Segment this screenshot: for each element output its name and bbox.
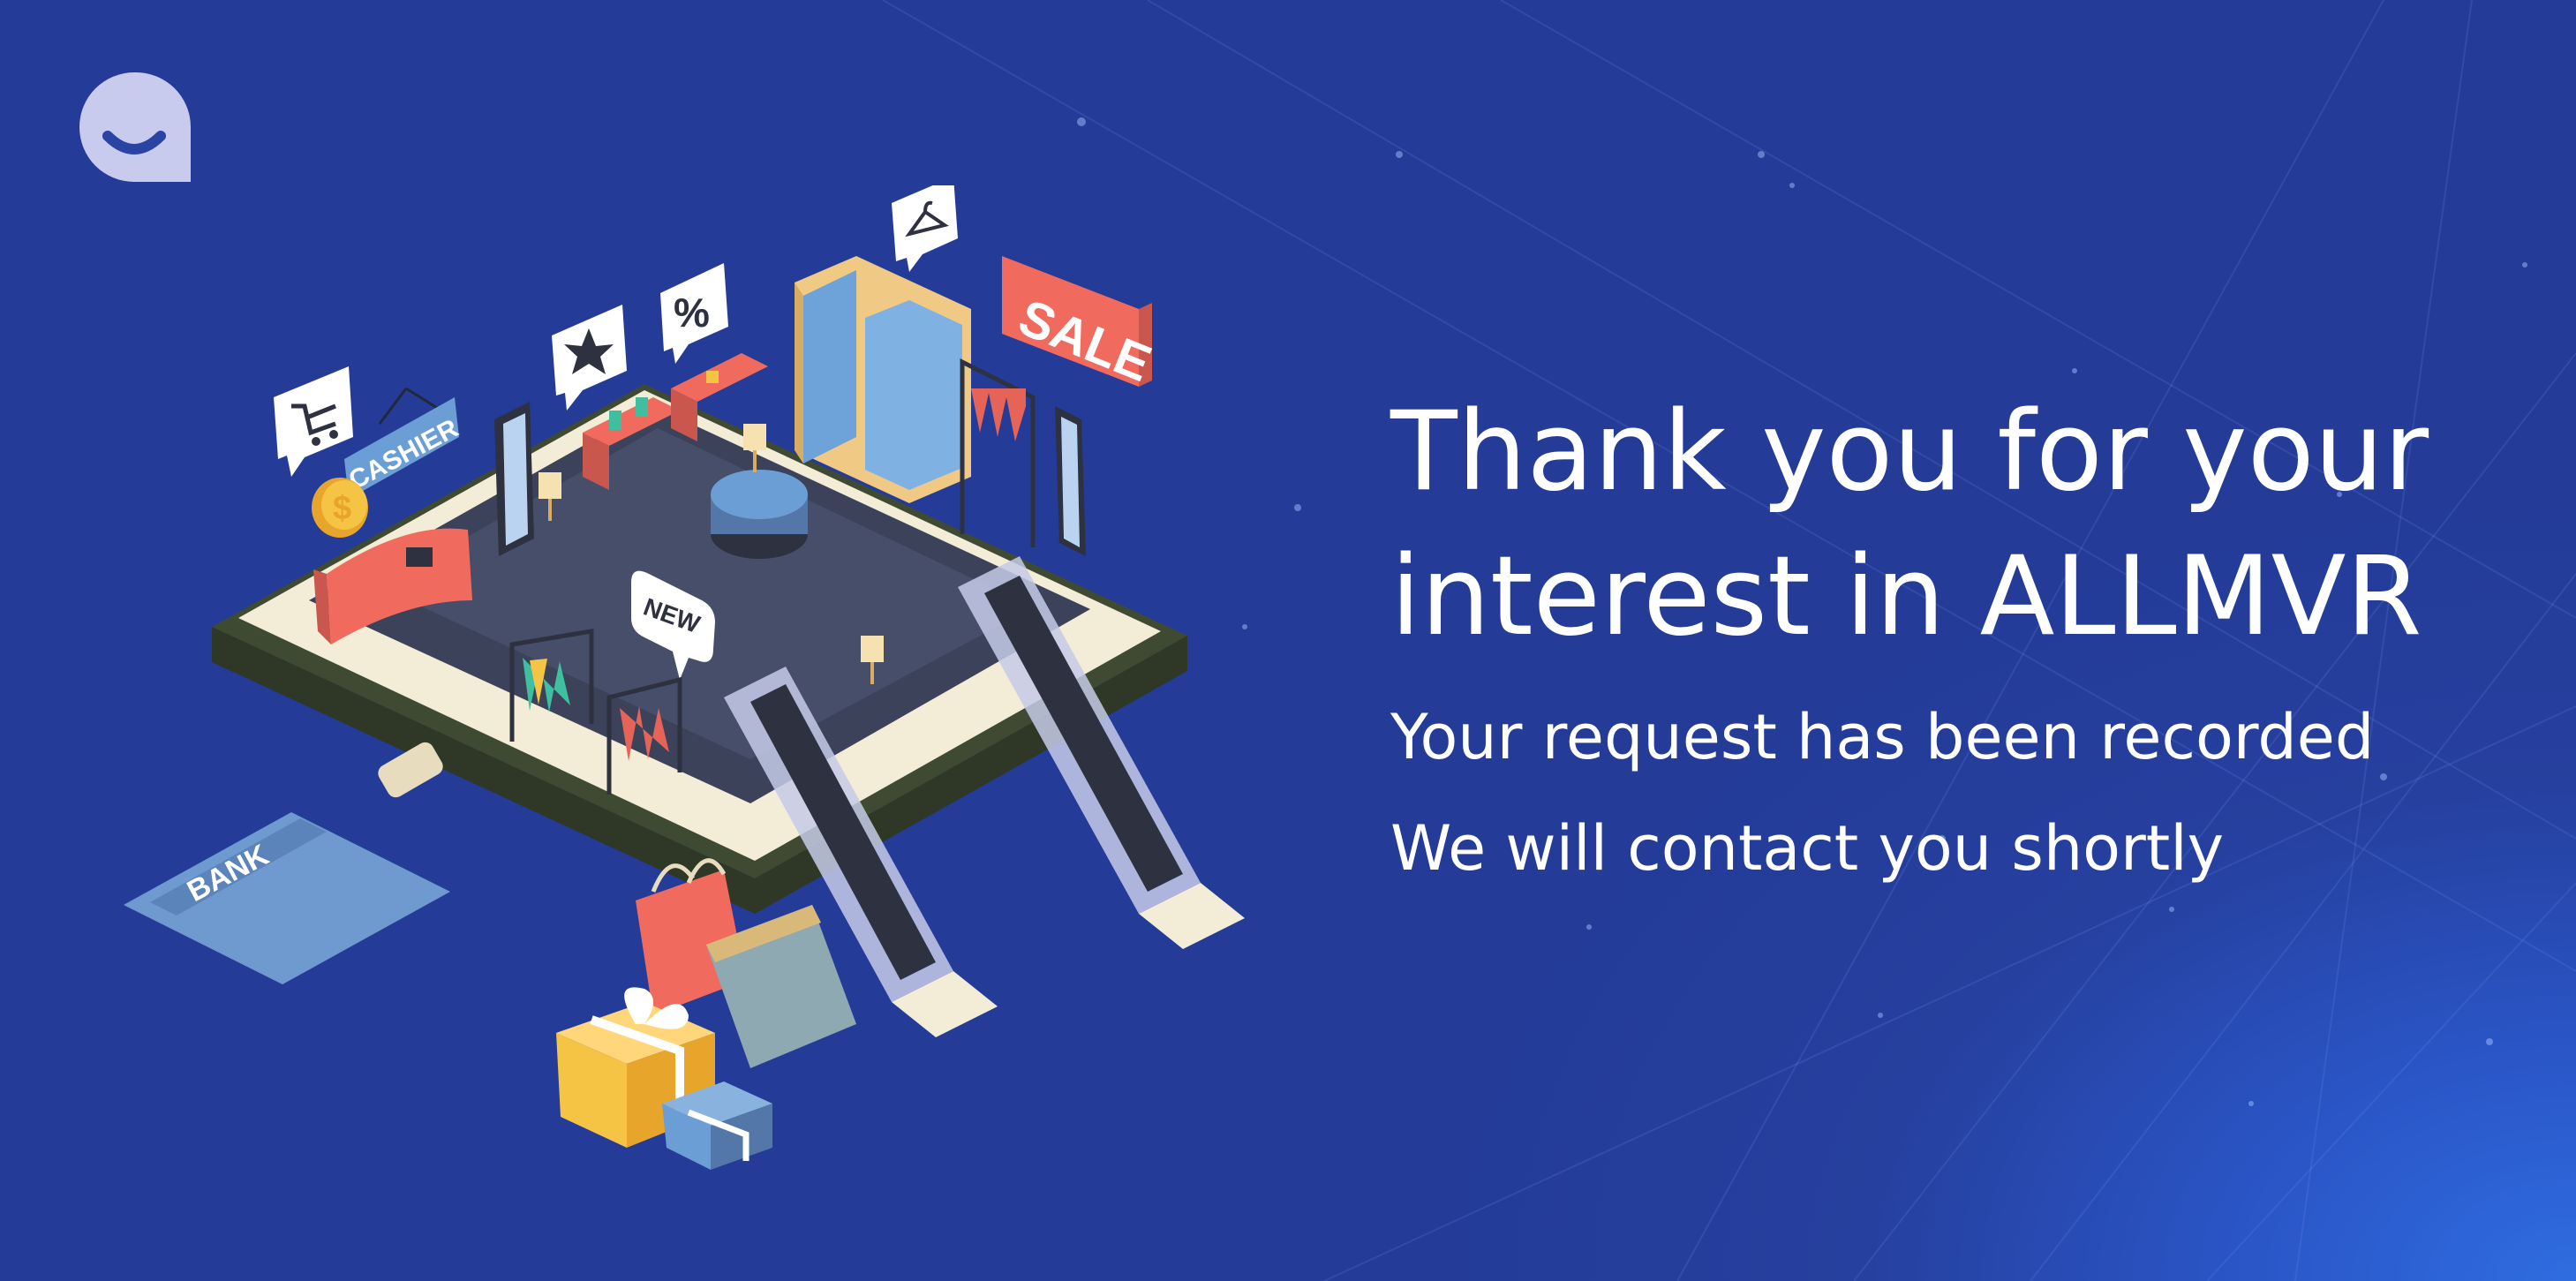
smile-chat-icon [79,72,191,182]
hanger-bubble [892,185,958,272]
round-table [711,470,808,559]
headline: Thank you for your interest in ALLMVR [1390,380,2538,669]
cart-bubble [274,366,353,477]
percent-label: % [674,290,710,335]
coin-label: $ [333,490,351,527]
star-bubble [552,305,627,411]
shopping-mall-illustration: BANK CASHIER $ % NEW SALE [124,185,1245,1170]
percent-bubble: % [660,263,728,364]
thank-you-message: Thank you for your interest in ALLMVR Yo… [1390,380,2538,888]
contact-shortly-text: We will contact you shortly [1390,812,2225,885]
coin-icon: $ [312,478,368,538]
bank-card: BANK [124,812,450,984]
cashier-sign: CASHIER [344,387,463,499]
sale-sign: SALE [1002,256,1159,393]
headline-line2: interest in ALLMVR [1390,533,2422,660]
request-recorded-text: Your request has been recorded [1390,701,2375,773]
headline-line1: Thank you for your [1390,388,2429,516]
